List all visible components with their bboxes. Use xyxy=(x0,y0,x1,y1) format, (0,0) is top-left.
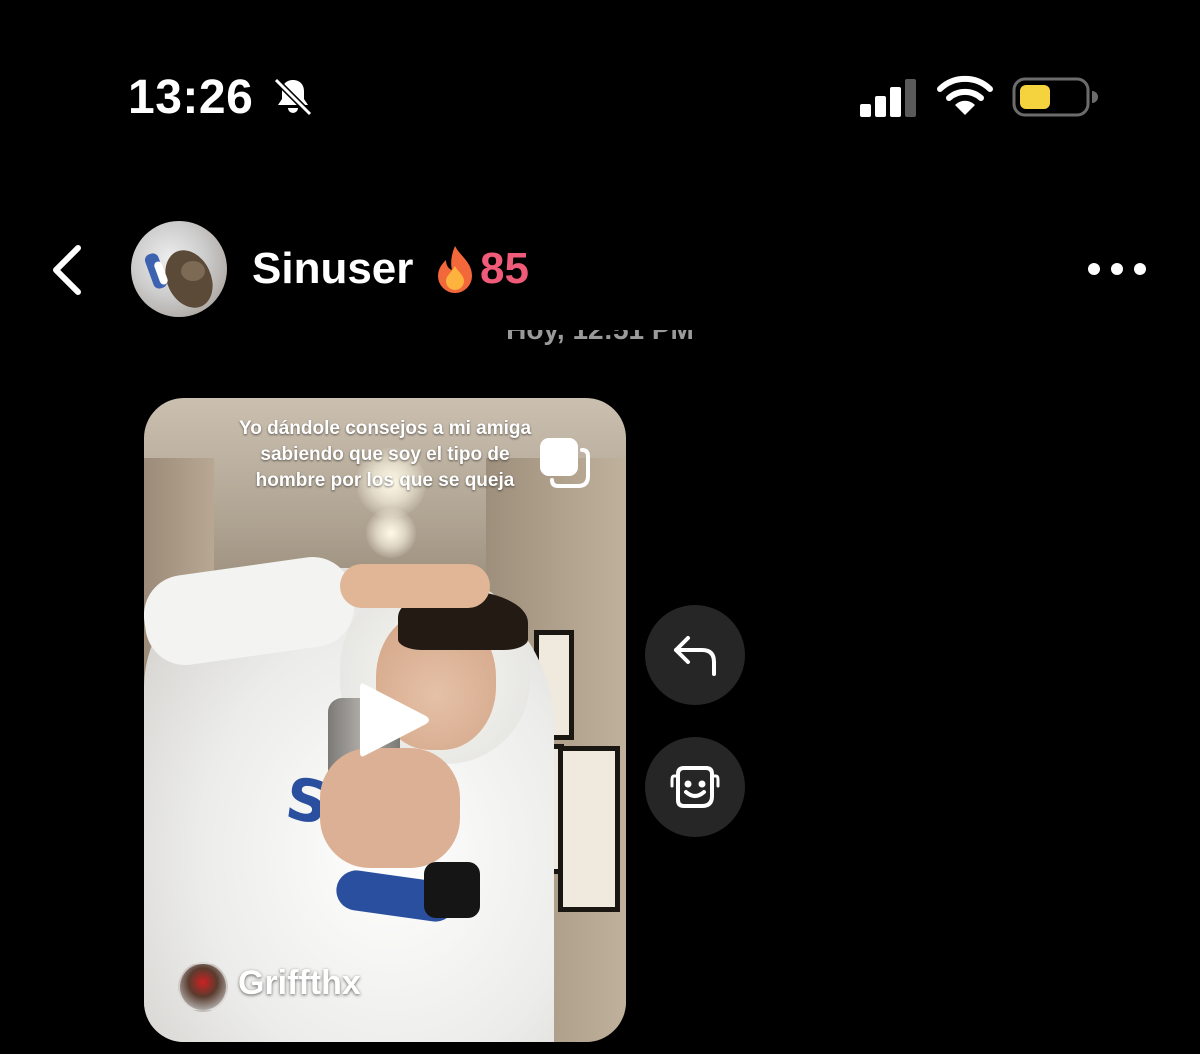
fire-icon xyxy=(438,246,472,293)
wifi-icon xyxy=(937,75,993,115)
bell-muted-icon xyxy=(273,77,313,117)
play-icon[interactable] xyxy=(350,678,434,762)
streak-count: 85 xyxy=(480,244,529,293)
message-timestamp: Hoy, 12:51 PM xyxy=(470,330,730,360)
more-icon[interactable] xyxy=(1086,258,1148,280)
contact-name[interactable]: Sinuser xyxy=(252,244,413,294)
timestamp-text: Hoy, 12:51 PM xyxy=(470,330,730,346)
reply-button[interactable] xyxy=(645,605,745,705)
cat-photo-icon xyxy=(144,250,213,308)
carousel-icon xyxy=(540,438,590,488)
battery-icon xyxy=(1012,77,1098,117)
author-name[interactable]: Griffthx xyxy=(238,964,361,1003)
back-icon[interactable] xyxy=(44,244,90,296)
signal-icon xyxy=(860,79,916,117)
avatar[interactable] xyxy=(131,221,227,317)
status-time: 13:26 xyxy=(128,71,254,124)
shared-reel-card[interactable]: SS Yo dándole consejos a mi amiga sabien… xyxy=(144,398,626,1042)
sticker-button[interactable] xyxy=(645,737,745,837)
sticker-icon xyxy=(670,766,720,808)
reel-caption: Yo dándole consejos a mi amiga sabiendo … xyxy=(238,418,532,491)
author-avatar[interactable] xyxy=(178,962,228,1012)
reply-icon xyxy=(674,636,716,676)
